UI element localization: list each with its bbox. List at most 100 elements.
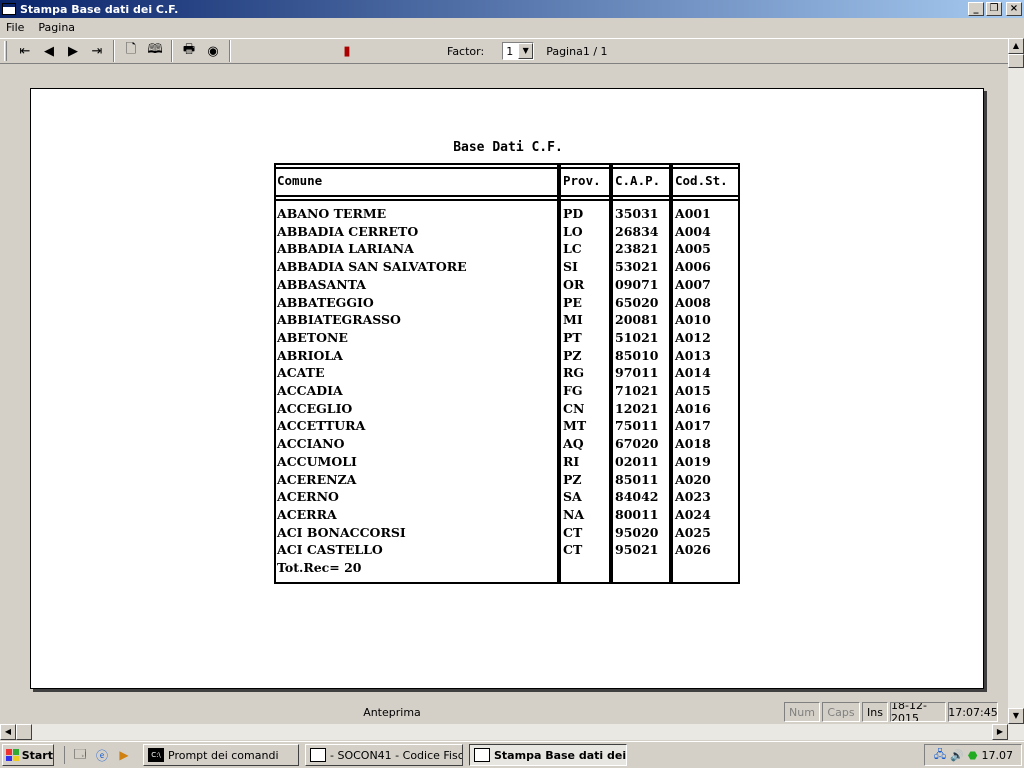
- restore-button[interactable]: ❐: [986, 2, 1002, 16]
- column-header: C.A.P.: [615, 173, 661, 188]
- table-cell: ABBADIA SAN SALVATORE: [277, 259, 467, 275]
- vertical-scrollbar[interactable]: ▲ ▼: [1008, 38, 1024, 724]
- table-cell: 67020: [615, 436, 659, 452]
- scroll-right-icon[interactable]: ▶: [992, 724, 1008, 740]
- report-page: Base Dati C.F. Comune Prov. C.A.P. Cod.St. A…: [30, 88, 984, 689]
- table-cell: A025: [675, 524, 711, 540]
- export-icon[interactable]: ◉: [201, 40, 225, 62]
- next-page-icon[interactable]: ▶: [61, 40, 85, 62]
- table-cell: 09071: [615, 276, 659, 292]
- first-page-icon[interactable]: ⇤: [13, 40, 37, 62]
- table-cell: 80011: [615, 506, 659, 522]
- browser-icon[interactable]: ⓔ: [93, 746, 111, 764]
- two-pages-icon[interactable]: 🕮: [143, 40, 167, 62]
- volume-icon[interactable]: 🔊: [950, 749, 964, 762]
- table-row: ABBASANTA OR 09071 A007: [274, 277, 740, 295]
- status-time: 17:07:45: [948, 702, 998, 722]
- minimize-button[interactable]: _: [968, 2, 984, 16]
- print-icon[interactable]: 🖶: [177, 40, 201, 62]
- toolbar-separator: [113, 40, 115, 62]
- table-rule: [274, 167, 740, 169]
- start-button[interactable]: Start: [2, 744, 54, 766]
- last-page-icon[interactable]: ⇥: [85, 40, 109, 62]
- menu-file[interactable]: File: [6, 21, 24, 34]
- table-cell: A005: [675, 241, 711, 257]
- command-prompt-icon: C:\: [148, 748, 164, 762]
- report-title: Base Dati C.F.: [453, 140, 563, 155]
- table-rule: [274, 195, 740, 197]
- table-cell: 12021: [615, 400, 659, 416]
- table-cell: 02011: [615, 453, 659, 469]
- task-stampa-base-dati[interactable]: Stampa Base dati dei ...: [469, 744, 627, 766]
- horizontal-scroll-thumb[interactable]: [16, 724, 32, 740]
- media-player-icon[interactable]: ▶: [115, 746, 133, 764]
- prev-page-icon[interactable]: ◀: [37, 40, 61, 62]
- table-cell: ACCIANO: [277, 436, 345, 452]
- table-cell: SI: [563, 259, 578, 275]
- task-command-prompt[interactable]: C:\ Prompt dei comandi: [143, 744, 299, 766]
- toolbar-grip[interactable]: [4, 41, 7, 61]
- scroll-left-icon[interactable]: ◀: [0, 724, 16, 740]
- desktop-icon[interactable]: 🗔: [71, 746, 89, 764]
- toolbar-separator: [171, 40, 173, 62]
- table-row: ACCETTURA MT 75011 A017: [274, 418, 740, 436]
- table-cell: SA: [563, 489, 582, 505]
- security-icon[interactable]: ⬣: [968, 749, 978, 762]
- vertical-scroll-thumb[interactable]: [1008, 54, 1024, 68]
- table-cell: ABRIOLA: [277, 347, 343, 363]
- table-cell: 95020: [615, 524, 659, 540]
- table-cell: PE: [563, 294, 582, 310]
- table-row: ABBADIA CERRETO LO 26834 A004: [274, 224, 740, 242]
- num-lock-indicator: Num: [784, 702, 820, 722]
- table-cell: A018: [675, 436, 711, 452]
- table-row: ACCUMOLI RI 02011 A019: [274, 454, 740, 472]
- status-date: 18-12-2015: [890, 702, 946, 722]
- table-cell: ACERNO: [277, 489, 339, 505]
- table-cell: PZ: [563, 471, 582, 487]
- horizontal-scrollbar[interactable]: ◀ ▶: [0, 724, 1024, 740]
- table-cell: ACCADIA: [277, 383, 343, 398]
- table-cell: CN: [563, 400, 585, 416]
- close-button[interactable]: ×: [1006, 2, 1022, 16]
- system-tray: 🖧 🔊 ⬣ 17.07: [924, 744, 1022, 766]
- table-cell: MT: [563, 418, 587, 434]
- table-row: ABANO TERME PD 35031 A001: [274, 206, 740, 224]
- scroll-down-icon[interactable]: ▼: [1008, 708, 1024, 724]
- factor-select[interactable]: 1 ▼: [502, 42, 535, 60]
- table-cell: ABBADIA LARIANA: [277, 241, 414, 257]
- table-cell: A012: [675, 329, 711, 345]
- menu-pagina[interactable]: Pagina: [38, 21, 75, 34]
- tray-clock: 17.07: [981, 748, 1014, 762]
- toolbar: ⇤ ◀ ▶ ⇥ 🗋 🕮 🖶 ◉ ▮ Factor: 1 ▼ Pagina1 / …: [0, 38, 1008, 64]
- table-cell: 51021: [615, 329, 659, 345]
- single-page-icon[interactable]: 🗋: [119, 40, 143, 62]
- table-cell: A019: [675, 453, 711, 469]
- factor-value: 1: [506, 44, 514, 58]
- task-label: Prompt dei comandi: [168, 748, 279, 762]
- exit-door-icon[interactable]: ▮: [335, 40, 359, 62]
- table-cell: A026: [675, 542, 711, 558]
- table-rule: [274, 163, 740, 165]
- table-row: ABBADIA LARIANA LC 23821 A005: [274, 241, 740, 259]
- network-icon[interactable]: 🖧: [934, 746, 946, 765]
- chevron-down-icon[interactable]: ▼: [518, 43, 534, 59]
- table-cell: LC: [563, 241, 582, 257]
- table-cell: 71021: [615, 383, 659, 398]
- table-cell: ABETONE: [277, 329, 348, 345]
- table-row: ACI CASTELLO CT 95021 A026: [274, 542, 740, 560]
- table-cell: 85010: [615, 347, 659, 363]
- table-cell: OR: [563, 276, 585, 292]
- table-cell: ACCETTURA: [277, 418, 366, 434]
- table-cell: AQ: [563, 436, 584, 452]
- table-cell: ABBATEGGIO: [277, 294, 374, 310]
- task-socon41[interactable]: - SOCON41 - Codice Fisc...: [305, 744, 463, 766]
- scroll-up-icon[interactable]: ▲: [1008, 38, 1024, 54]
- table-row: ABBATEGGIO PE 65020 A008: [274, 295, 740, 313]
- table-cell: ACI BONACCORSI: [277, 524, 406, 540]
- table-cell: RG: [563, 365, 585, 381]
- window-icon: [310, 748, 326, 762]
- table-row: ACI BONACCORSI CT 95020 A025: [274, 525, 740, 543]
- table-cell: ACCUMOLI: [277, 453, 357, 469]
- table-cell: 95021: [615, 542, 659, 558]
- table-cell: CT: [563, 524, 583, 540]
